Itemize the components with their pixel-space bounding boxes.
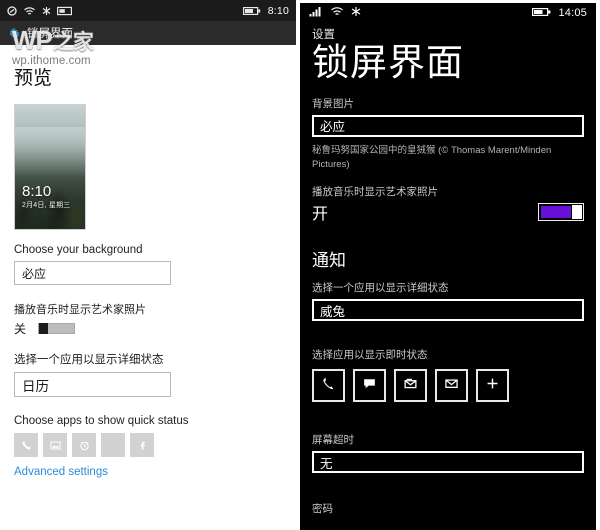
bluetooth-icon xyxy=(41,6,52,16)
artist-photo-label: 播放音乐时显示艺术家照片 xyxy=(14,304,146,316)
phone-status-right: 14:05 xyxy=(532,4,587,22)
phone-quick-status-tiles xyxy=(312,369,584,403)
phone-page-title: 锁屏界面 xyxy=(312,42,464,83)
preview-time: 8:10 xyxy=(22,183,52,200)
switch-knob xyxy=(39,323,49,334)
left-status-time: 8:10 xyxy=(267,4,289,17)
quick-tile-alarm[interactable] xyxy=(72,433,96,457)
phone-icon xyxy=(321,376,336,396)
switch-track-fill xyxy=(541,206,571,219)
phone-status-bar: 14:05 xyxy=(300,3,596,23)
phone-notifications-heading: 通知 xyxy=(312,251,346,271)
left-status-bar: 8:10 xyxy=(0,0,296,21)
artist-photo-switch[interactable] xyxy=(38,323,76,334)
wifi-icon xyxy=(330,4,344,22)
gear-icon xyxy=(8,26,21,40)
signal-icon xyxy=(7,5,18,16)
phone-tile-mail-open[interactable] xyxy=(394,369,427,403)
phone-artist-toggle-row: 开 xyxy=(312,200,584,224)
left-app-title: 锁屏界面 xyxy=(27,28,73,40)
left-status-icons xyxy=(7,5,72,16)
message-icon xyxy=(362,376,377,396)
preview-heading: 预览 xyxy=(14,68,53,89)
battery-icon xyxy=(242,6,261,16)
phone-detailed-status-label: 选择一个应用以显示详细状态 xyxy=(312,282,449,295)
phone-artist-label: 播放音乐时显示艺术家照片 xyxy=(312,186,438,199)
plus-icon xyxy=(485,376,500,396)
battery-icon xyxy=(532,4,551,22)
phone-settings-label: 设置 xyxy=(312,29,335,41)
phone-tile-phone[interactable] xyxy=(312,369,345,403)
phone-artist-state: 开 xyxy=(312,206,329,224)
phone-body: 设置 锁屏界面 背景图片 必应 秘鲁玛努国家公园中的皇狨猴 (© Thomas … xyxy=(300,23,596,516)
phone-tile-message[interactable] xyxy=(353,369,386,403)
desktop-settings-pane: 8:10 锁屏界面 WP之家 wp.ithome.com 预览 8:10 2月4… xyxy=(0,0,296,530)
alarm-icon xyxy=(79,440,90,451)
mail-icon xyxy=(444,376,459,396)
lockscreen-preview-thumbnail[interactable]: 8:10 2月4日, 星期三 xyxy=(14,104,86,230)
switch-knob xyxy=(572,205,582,220)
left-content: 预览 8:10 2月4日, 星期三 Choose your background… xyxy=(0,45,296,478)
quick-status-tiles xyxy=(14,433,282,457)
quick-tile-photo[interactable] xyxy=(43,433,67,457)
advanced-settings-link[interactable]: Advanced settings xyxy=(14,466,282,478)
preview-date: 2月4日, 星期三 xyxy=(22,202,71,209)
phone-tile-mail[interactable] xyxy=(435,369,468,403)
phone-detailed-status-select[interactable]: 威兔 xyxy=(312,299,584,322)
sim-icon xyxy=(57,6,72,16)
signal-icon xyxy=(309,4,324,22)
artist-photo-state: 关 xyxy=(14,322,27,336)
phone-icon xyxy=(21,440,32,451)
phone-tile-add[interactable] xyxy=(476,369,509,403)
quick-tile-phone[interactable] xyxy=(14,433,38,457)
left-status-right: 8:10 xyxy=(242,4,289,17)
comparison-screenshot: 8:10 锁屏界面 WP之家 wp.ithome.com 预览 8:10 2月4… xyxy=(0,0,600,530)
phone-screenshot-pane: 14:05 设置 锁屏界面 背景图片 必应 秘鲁玛努国家公园中的皇狨猴 (© T… xyxy=(296,0,600,530)
facebook-icon xyxy=(137,440,148,451)
phone-artist-switch[interactable] xyxy=(538,203,584,222)
phone-status-time: 14:05 xyxy=(558,7,587,19)
artist-photo-toggle-row: 关 xyxy=(14,320,282,337)
phone-background-caption: 秘鲁玛努国家公园中的皇狨猴 (© Thomas Marent/Minden Pi… xyxy=(312,144,552,170)
phone-timeout-select[interactable]: 无 xyxy=(312,451,584,474)
phone-background-select[interactable]: 必应 xyxy=(312,114,584,137)
detailed-status-label: 选择一个应用以显示详细状态 xyxy=(14,354,164,366)
quick-tile-empty[interactable] xyxy=(101,433,125,457)
photo-icon xyxy=(49,440,61,451)
phone-screen: 14:05 设置 锁屏界面 背景图片 必应 秘鲁玛努国家公园中的皇狨猴 (© T… xyxy=(300,3,596,530)
phone-password-label: 密码 xyxy=(312,503,333,516)
quick-tile-facebook[interactable] xyxy=(130,433,154,457)
phone-background-label: 背景图片 xyxy=(312,97,354,110)
background-select[interactable]: 必应 xyxy=(14,261,171,285)
wifi-icon xyxy=(23,6,36,16)
quick-status-label: Choose apps to show quick status xyxy=(14,415,189,427)
phone-status-icons xyxy=(309,4,362,22)
left-app-bar: 锁屏界面 xyxy=(0,21,296,45)
mail-open-icon xyxy=(403,376,418,396)
phone-timeout-label: 屏幕超时 xyxy=(312,434,354,447)
background-label: Choose your background xyxy=(14,244,143,256)
detailed-status-select[interactable]: 日历 xyxy=(14,372,171,397)
phone-quick-status-label: 选择应用以显示即时状态 xyxy=(312,349,428,362)
bluetooth-icon xyxy=(350,4,362,22)
